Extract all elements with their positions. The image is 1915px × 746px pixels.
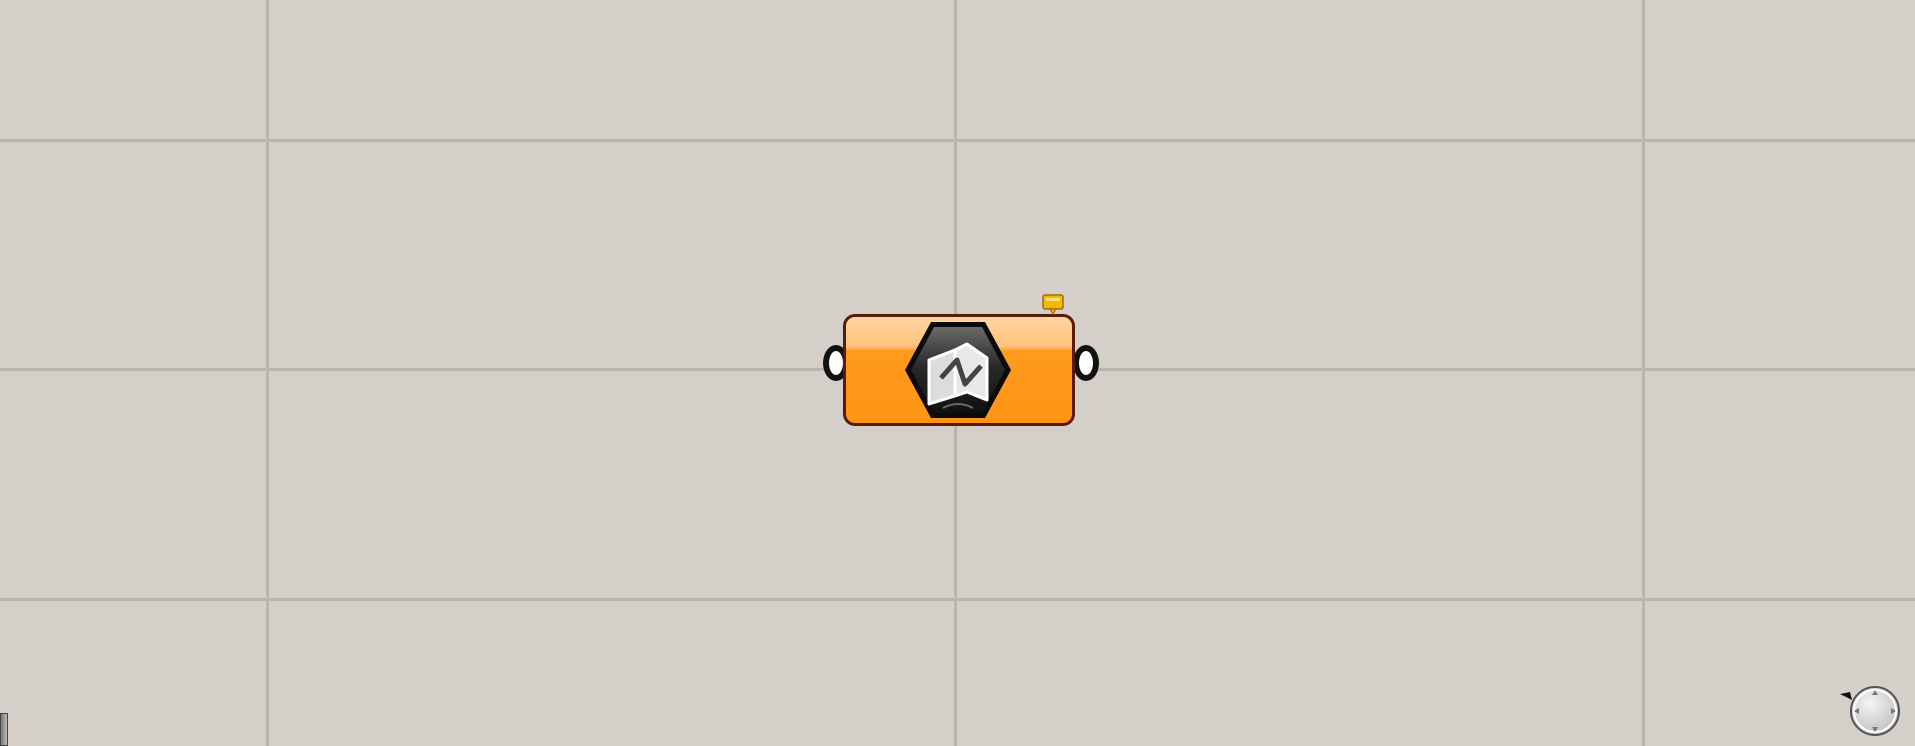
output-port[interactable]: [1073, 345, 1099, 381]
grid-line-vertical: [1642, 0, 1645, 746]
grid-line-horizontal: [0, 598, 1915, 601]
canvas-component[interactable]: [823, 292, 1099, 432]
grasshopper-canvas[interactable]: [0, 0, 1915, 746]
canvas-corner-marker: [0, 713, 8, 746]
warning-flag-icon[interactable]: [1042, 294, 1064, 316]
compass-navigator-icon[interactable]: [1838, 680, 1900, 740]
map-book-icon: [905, 322, 1011, 418]
grid-line-vertical: [266, 0, 269, 746]
grid-line-horizontal: [0, 139, 1915, 142]
